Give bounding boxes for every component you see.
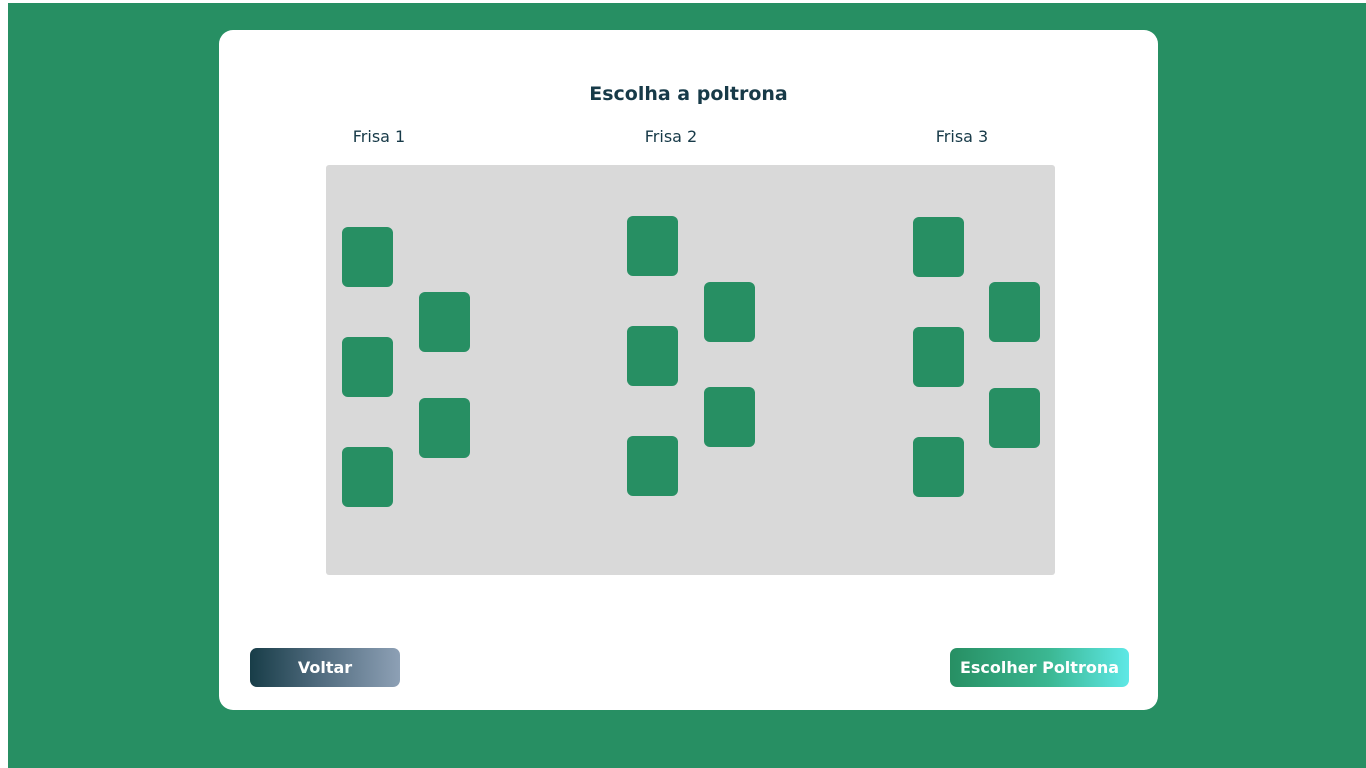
frisa-3-seat-1[interactable]	[913, 217, 964, 277]
frisa-1-label: Frisa 1	[352, 127, 406, 146]
frisa-3-seat-2[interactable]	[989, 282, 1040, 342]
frisa-2-seat-5[interactable]	[627, 436, 678, 496]
frisa-2-seat-4[interactable]	[704, 387, 755, 447]
frisa-2-seat-2[interactable]	[704, 282, 755, 342]
frisa-3-seat-5[interactable]	[913, 437, 964, 497]
frisa-2-seat-1[interactable]	[627, 216, 678, 276]
frisa-1-seat-4[interactable]	[419, 398, 470, 458]
frisa-1-seat-1[interactable]	[342, 227, 393, 287]
frisa-1-seat-5[interactable]	[342, 447, 393, 507]
frisa-3-seat-3[interactable]	[913, 327, 964, 387]
seat-map	[326, 165, 1055, 575]
page-title: Escolha a poltrona	[589, 83, 788, 105]
choose-seat-button[interactable]: Escolher Poltrona	[950, 648, 1129, 687]
frisa-2-seat-3[interactable]	[627, 326, 678, 386]
frisa-1-seat-3[interactable]	[342, 337, 393, 397]
frisa-3-seat-4[interactable]	[989, 388, 1040, 448]
frisa-3-label: Frisa 3	[935, 127, 989, 146]
back-button[interactable]: Voltar	[250, 648, 400, 687]
frisa-2-label: Frisa 2	[644, 127, 698, 146]
frisa-1-seat-2[interactable]	[419, 292, 470, 352]
